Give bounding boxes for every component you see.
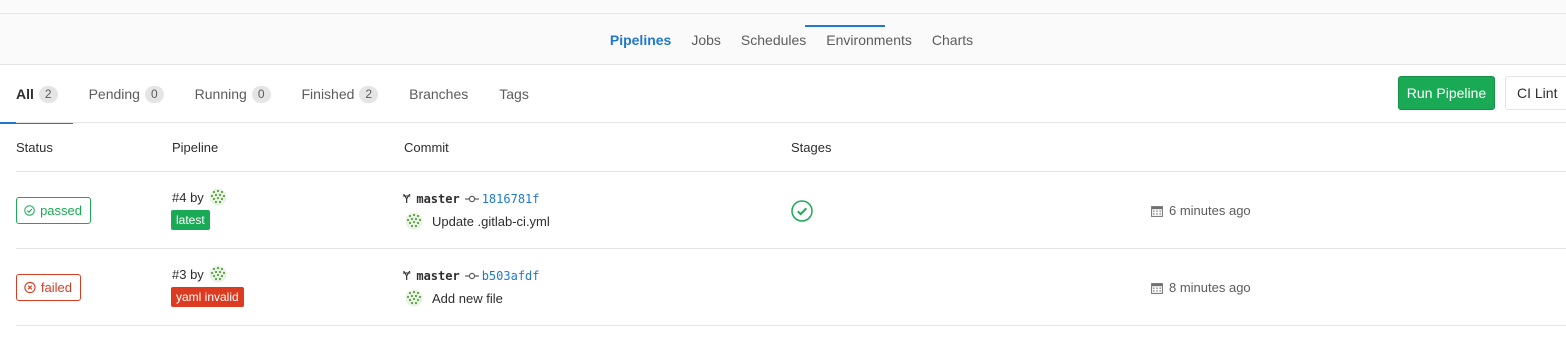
header-divider xyxy=(16,171,1566,172)
commit-title[interactable]: Add new file xyxy=(432,291,503,306)
branch-name[interactable]: master xyxy=(416,269,459,283)
x-circle-icon xyxy=(24,281,36,294)
tab-finished-count: 2 xyxy=(359,85,379,103)
status-badge-failed[interactable]: failed xyxy=(16,274,81,301)
run-pipeline-button[interactable]: Run Pipeline xyxy=(1398,76,1495,110)
tabs-divider xyxy=(16,122,1566,123)
tab-running-count: 0 xyxy=(251,85,271,103)
tab-all-label: All xyxy=(16,86,34,102)
commit-ref: Ɏ master 1816781f xyxy=(403,192,540,206)
commit-title-row: Update .gitlab-ci.yml xyxy=(405,212,550,230)
tab-branches-label: Branches xyxy=(409,86,469,102)
status-text: failed xyxy=(40,280,72,295)
tab-tags[interactable]: Tags xyxy=(499,65,529,123)
finished-time: 6 minutes ago xyxy=(1151,203,1251,218)
tab-all[interactable]: All 2 xyxy=(0,65,73,124)
yaml-invalid-label: yaml invalid xyxy=(171,287,244,307)
ci-lint-button[interactable]: CI Lint xyxy=(1505,76,1566,110)
commit-icon xyxy=(464,195,479,203)
subnav-item-schedules[interactable]: Schedules xyxy=(741,32,806,48)
commit-title-row: Add new file xyxy=(405,289,503,307)
row-divider xyxy=(16,325,1566,326)
tab-pending-label: Pending xyxy=(88,86,140,102)
subnav-items: Pipelines Jobs Schedules Environments Ch… xyxy=(0,14,1566,65)
tab-pending-count: 0 xyxy=(144,85,164,103)
scope-tabs: All 2 Pending 0 Running 0 Finished 2 Bra… xyxy=(0,65,560,124)
status-text: passed xyxy=(40,203,82,218)
pipeline-id-link[interactable]: #4 by xyxy=(172,190,204,205)
tab-tags-label: Tags xyxy=(499,86,529,102)
status-badge-passed[interactable]: passed xyxy=(16,197,91,224)
branch-icon: Ɏ xyxy=(403,192,411,206)
tab-running-label: Running xyxy=(194,86,247,102)
avatar[interactable] xyxy=(209,265,227,283)
commit-sha[interactable]: 1816781f xyxy=(482,192,540,206)
subnav-item-environments[interactable]: Environments xyxy=(826,32,912,48)
commit-title[interactable]: Update .gitlab-ci.yml xyxy=(432,214,550,229)
row-divider xyxy=(16,248,1566,249)
pipeline-id-link[interactable]: #3 by xyxy=(172,267,204,282)
time-ago: 8 minutes ago xyxy=(1169,280,1251,295)
subnav-item-jobs[interactable]: Jobs xyxy=(691,32,721,48)
calendar-icon xyxy=(1151,282,1163,294)
header-status: Status xyxy=(16,140,53,155)
tab-branches[interactable]: Branches xyxy=(409,65,468,123)
calendar-icon xyxy=(1151,205,1163,217)
pipeline-id: #4 by xyxy=(172,188,227,206)
tab-finished[interactable]: Finished 2 xyxy=(302,65,379,123)
branch-name[interactable]: master xyxy=(416,192,459,206)
commit-author-avatar[interactable] xyxy=(405,212,423,230)
check-circle-icon xyxy=(24,205,35,216)
tab-running[interactable]: Running 0 xyxy=(195,65,271,123)
header-pipeline: Pipeline xyxy=(172,140,219,155)
header-stages: Stages xyxy=(791,140,832,155)
tab-finished-label: Finished xyxy=(301,86,355,102)
tab-pending[interactable]: Pending 0 xyxy=(89,65,164,123)
commit-author-avatar[interactable] xyxy=(405,289,423,307)
commit-ref: Ɏ master b503afdf xyxy=(403,269,540,283)
avatar[interactable] xyxy=(209,188,227,206)
finished-time: 8 minutes ago xyxy=(1151,280,1251,295)
subnav-item-charts[interactable]: Charts xyxy=(932,32,973,48)
top-bar xyxy=(0,0,1566,14)
header-commit: Commit xyxy=(404,140,449,155)
latest-label: latest xyxy=(171,210,210,230)
tab-all-count: 2 xyxy=(38,85,58,103)
commit-icon xyxy=(464,272,479,280)
time-ago: 6 minutes ago xyxy=(1169,203,1251,218)
pipeline-id: #3 by xyxy=(172,265,227,283)
branch-icon: Ɏ xyxy=(403,269,411,283)
stage-passed-icon[interactable] xyxy=(791,200,813,222)
subnav-item-pipelines[interactable]: Pipelines xyxy=(610,32,671,48)
commit-sha[interactable]: b503afdf xyxy=(482,269,540,283)
